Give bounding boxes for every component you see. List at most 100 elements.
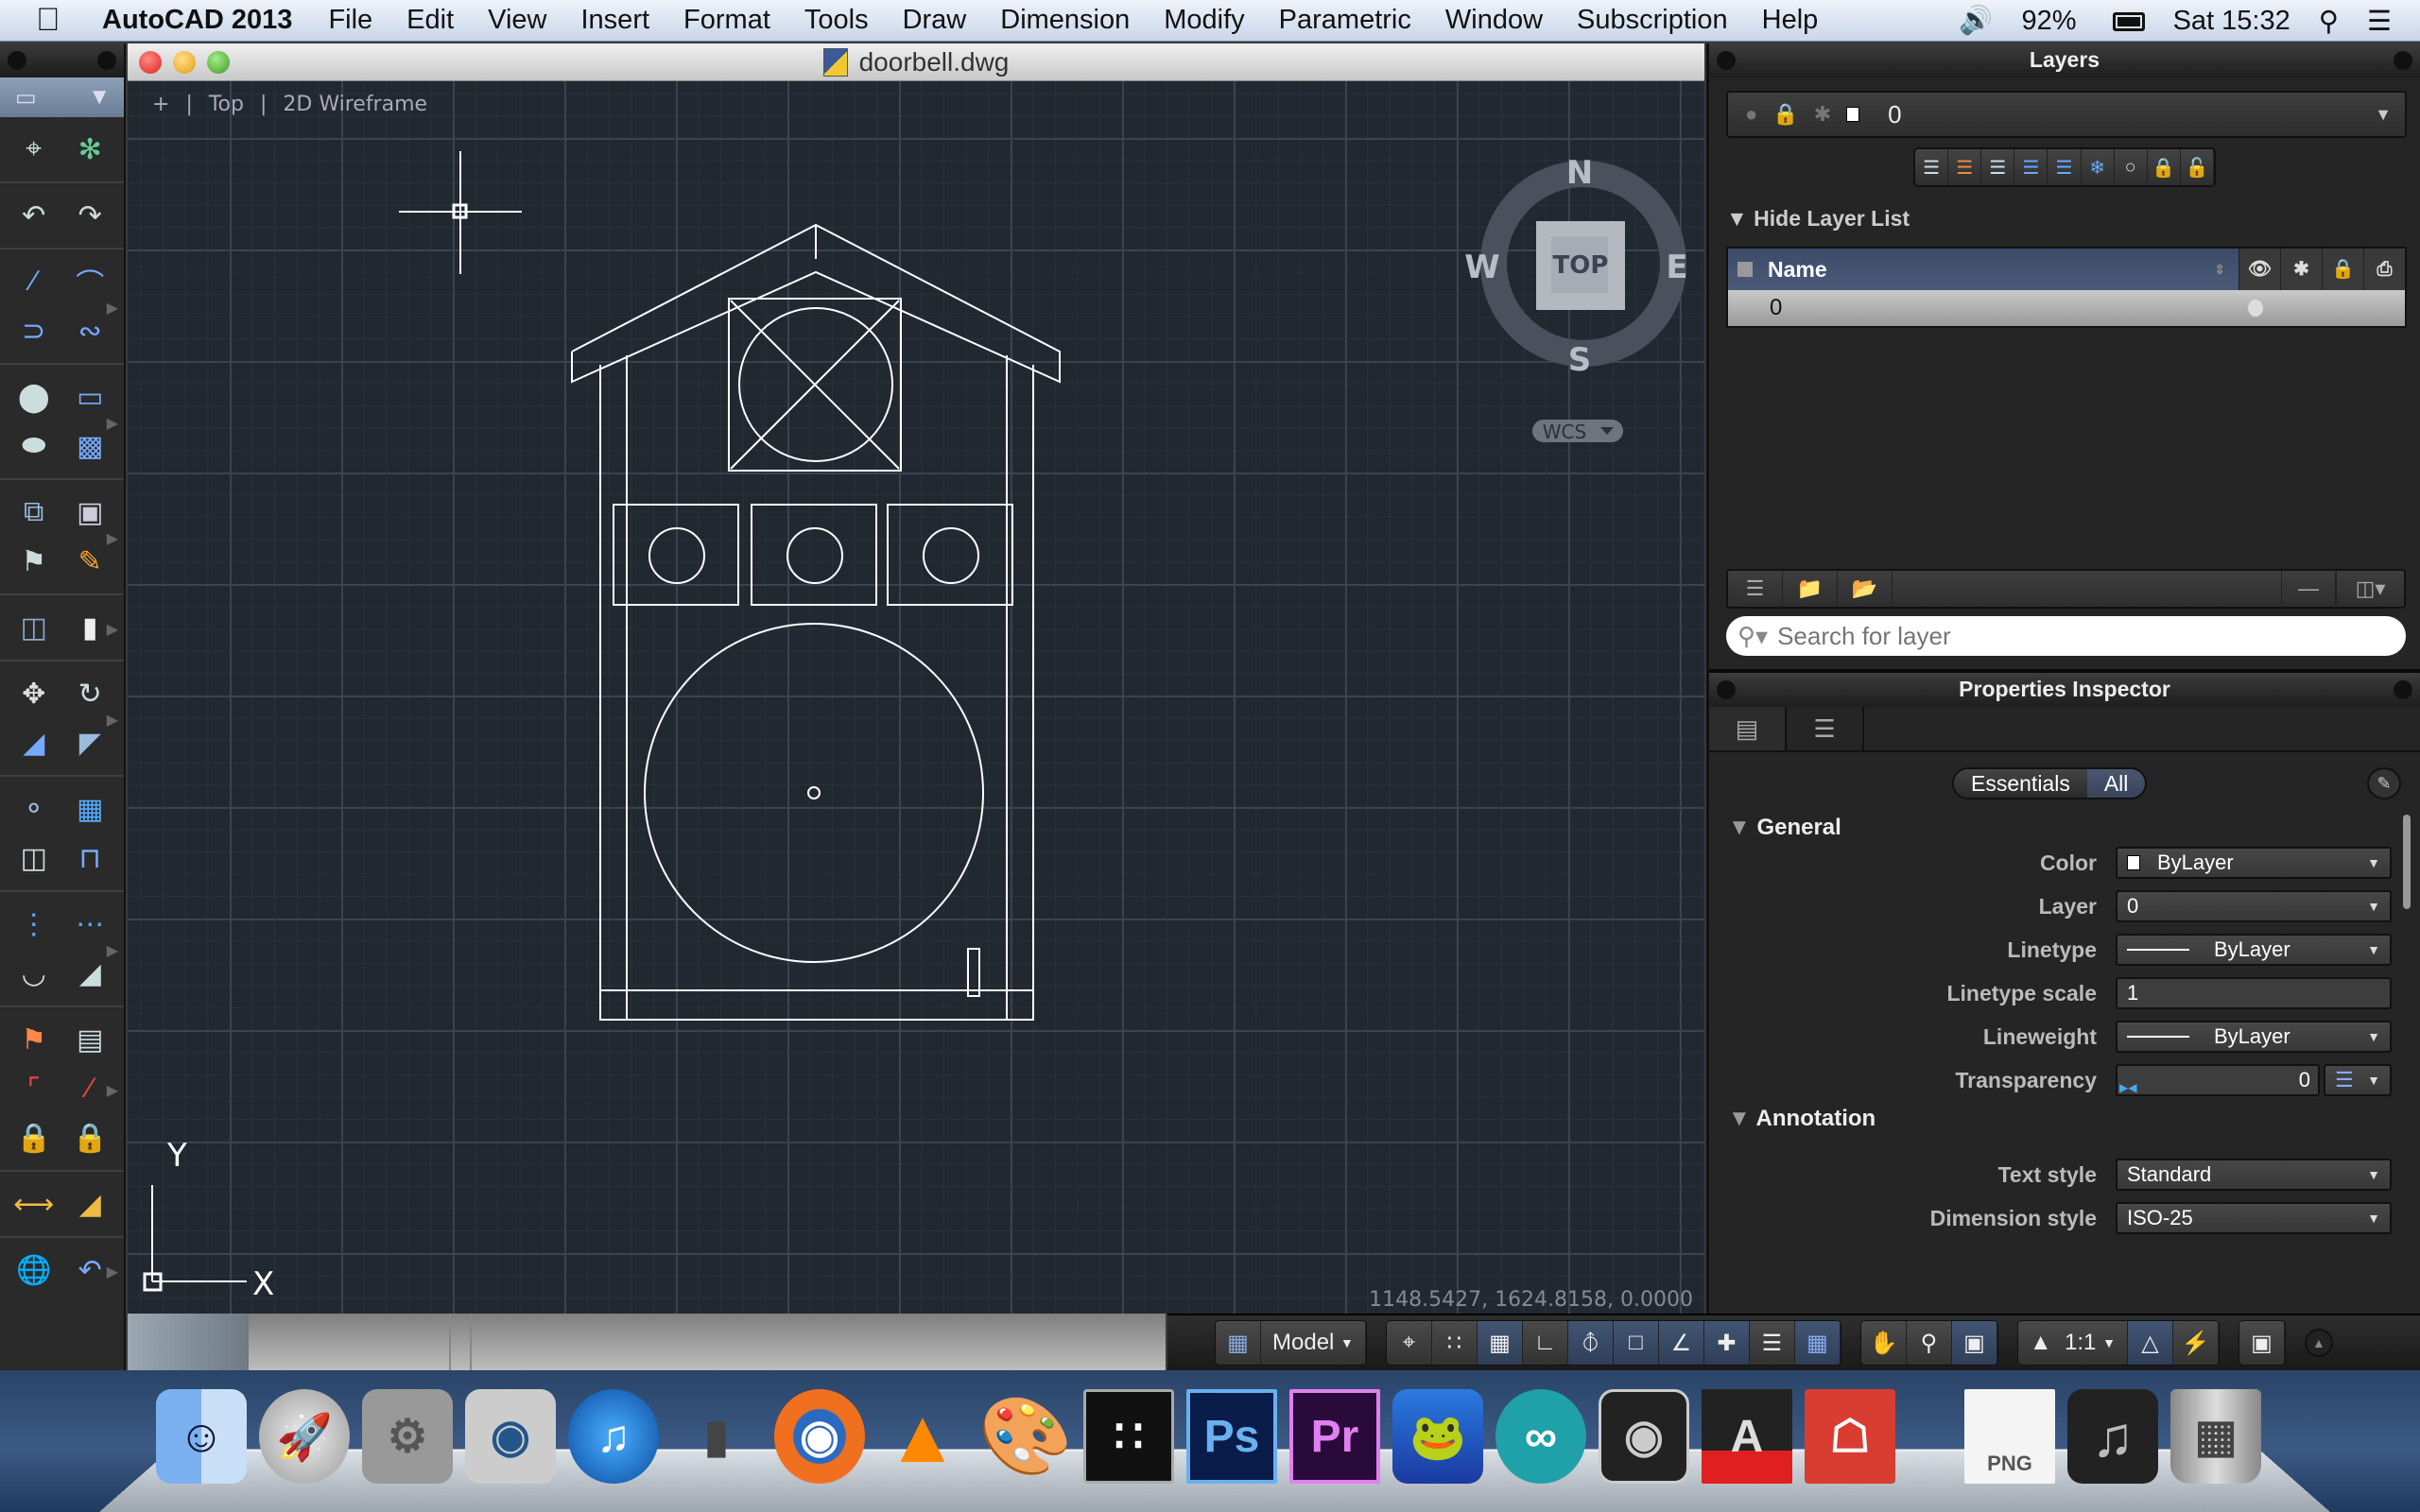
model-layout-select[interactable]: Model ▼	[1261, 1321, 1366, 1365]
crosshair-select-icon[interactable]: ⌖	[16, 131, 52, 167]
column-lock-icon[interactable]: 🔒	[2322, 249, 2363, 290]
coincident-icon[interactable]: ⌜	[16, 1071, 52, 1107]
layer-select[interactable]: 0 ▼	[2116, 890, 2392, 922]
trash-icon[interactable]: ▦	[2170, 1389, 2261, 1484]
attribute-edit-icon[interactable]: ✎	[72, 543, 108, 579]
clock[interactable]: Sat 15:32	[2173, 6, 2290, 37]
freeze-layer-icon[interactable]: ❄	[2081, 149, 2115, 185]
snap-mode-button[interactable]: ⌖	[1386, 1321, 1432, 1365]
notification-center-icon[interactable]: ☰	[2367, 5, 2392, 38]
column-freeze-icon[interactable]: ✱	[2280, 249, 2322, 290]
grid-snap-button[interactable]: ∷	[1431, 1321, 1478, 1365]
ortho-mode-button[interactable]: ∟	[1522, 1321, 1568, 1365]
menu-parametric[interactable]: Parametric	[1279, 5, 1411, 36]
segment-essentials[interactable]: Essentials	[1954, 769, 2087, 798]
palette-collapse-dot[interactable]	[97, 51, 116, 70]
transparency-bylayer-select[interactable]: ☰ ▼	[2324, 1064, 2392, 1096]
pan-button[interactable]: ✋	[1860, 1321, 1907, 1365]
copy-icon[interactable]: ⚬	[16, 791, 52, 827]
new-group-icon[interactable]: 📁	[1783, 570, 1838, 608]
menu-insert[interactable]: Insert	[581, 5, 650, 36]
angular-dimension-icon[interactable]: ◢	[72, 1186, 108, 1222]
toolset-selector[interactable]: ▭ ▼	[0, 77, 124, 117]
mirror-icon[interactable]: ◫	[16, 840, 52, 876]
spline-icon[interactable]: ∾	[72, 313, 108, 349]
current-layer-select[interactable]: ● 🔒 ✱ 0 ▼	[1726, 91, 2407, 138]
palette-header[interactable]	[0, 43, 124, 77]
annotation-scale-select[interactable]: ▲ 1:1 ▼	[2017, 1321, 2128, 1365]
move-icon[interactable]: ✥	[16, 676, 52, 712]
annotation-visibility-button[interactable]: △	[2127, 1321, 2173, 1365]
layer-row[interactable]: 0	[1728, 290, 2405, 326]
properties-palette-header[interactable]: Properties Inspector	[1709, 673, 2420, 707]
firefox-icon[interactable]: ◉	[774, 1389, 865, 1484]
facetime-icon[interactable]: ◉	[465, 1389, 556, 1484]
menu-edit[interactable]: Edit	[406, 5, 454, 36]
new-filter-group-icon[interactable]: 📂	[1838, 570, 1893, 608]
menu-file[interactable]: File	[328, 5, 372, 36]
rectangle-icon[interactable]: ▭	[72, 379, 108, 415]
hatch-icon[interactable]: ▩	[72, 428, 108, 464]
volume-icon[interactable]: 🔊	[1959, 5, 1993, 37]
layer-off-icon[interactable]: ○	[2114, 149, 2148, 185]
offset-icon[interactable]: ⊓	[72, 840, 108, 876]
palette-close-dot[interactable]	[1717, 51, 1736, 70]
window-title-bar[interactable]: doorbell.dwg	[128, 43, 1704, 81]
palette-collapse-dot[interactable]	[2394, 51, 2412, 70]
unisolate-layer-icon[interactable]: ☰	[2048, 149, 2082, 185]
tab-layer-properties[interactable]: ☰	[1787, 707, 1864, 750]
app-menu[interactable]: AutoCAD 2013	[102, 5, 292, 36]
grid-display-button[interactable]: ▦	[1477, 1321, 1523, 1365]
ps3-media-server-icon[interactable]: ▮	[671, 1389, 762, 1484]
finder-icon[interactable]: ☺	[156, 1389, 247, 1484]
columns-menu-icon[interactable]: ◫▾	[2336, 570, 2404, 608]
hide-layer-list-toggle[interactable]: ▼ Hide Layer List	[1726, 206, 2420, 232]
quick-view-layouts-button[interactable]: ▦	[1216, 1321, 1261, 1365]
logic-pro-icon[interactable]: ◉	[1599, 1389, 1689, 1484]
ucs-previous-icon[interactable]: ↶	[72, 1252, 108, 1288]
extrude-icon[interactable]: ◫	[16, 610, 52, 645]
zoom-tool-button[interactable]: ⚲	[1906, 1321, 1952, 1365]
paintbrush-icon[interactable]: 🎨	[978, 1389, 1073, 1484]
parallel-icon[interactable]: ∕	[72, 1071, 108, 1107]
set-current-layer-icon[interactable]: ☰	[1915, 149, 1949, 185]
lineweight-select[interactable]: ByLayer ▼	[2116, 1021, 2392, 1053]
dynamic-ucs-button[interactable]: ✚	[1703, 1321, 1750, 1365]
extend-icon[interactable]: ⋯	[72, 906, 108, 942]
delete-layer-icon[interactable]: —	[2281, 570, 2336, 608]
expand-arrow-icon[interactable]: ▶	[107, 1263, 118, 1281]
menu-format[interactable]: Format	[683, 5, 770, 36]
expand-arrow-icon[interactable]: ▶	[107, 941, 118, 960]
attribute-define-icon[interactable]: ⚑	[16, 543, 52, 579]
viewcube[interactable]: TOP N S W E WCS	[1442, 138, 1725, 459]
tab-object-properties[interactable]: ▤	[1709, 707, 1787, 750]
expand-arrow-icon[interactable]: ▶	[107, 299, 118, 318]
scrollbar-thumb[interactable]	[128, 1314, 249, 1370]
trim-icon[interactable]: ⋮	[16, 906, 52, 942]
apple-menu-icon[interactable]: 	[36, 2, 81, 39]
section-general[interactable]: ▼ General	[1728, 815, 1841, 841]
compass-north[interactable]: N	[1566, 154, 1593, 192]
layers-palette-header[interactable]: Layers	[1709, 43, 2420, 77]
lineweight-button[interactable]: ☰	[1749, 1321, 1795, 1365]
slider-thumb-icon[interactable]: ▶◀	[2119, 1081, 2136, 1094]
isolate-layer-icon[interactable]: ☰	[2014, 149, 2048, 185]
system-preferences-icon[interactable]: ⚙	[362, 1389, 453, 1484]
horizontal-scrollbar[interactable]	[128, 1314, 1166, 1370]
undo-icon[interactable]: ↶	[16, 198, 52, 233]
dimension-style-select[interactable]: ISO-25 ▼	[2116, 1202, 2392, 1234]
layer-visibility-toggle[interactable]	[2248, 300, 2263, 317]
section-annotation[interactable]: ▼ Annotation	[1728, 1106, 1876, 1132]
quick-select-pick-button[interactable]: ✎	[2367, 767, 2401, 799]
text-style-select[interactable]: Standard ▼	[2116, 1159, 2392, 1191]
compass-west[interactable]: W	[1464, 249, 1500, 286]
circle-icon[interactable]: ⬤	[16, 379, 52, 415]
segment-all[interactable]: All	[2086, 769, 2146, 798]
close-button[interactable]	[139, 51, 162, 74]
redo-icon[interactable]: ↷	[72, 198, 108, 233]
ellipse-icon[interactable]: ⬬	[16, 428, 52, 464]
match-layer-icon[interactable]: ☰	[1948, 149, 1982, 185]
stretch-icon[interactable]: ◤	[72, 725, 108, 761]
compass-south[interactable]: S	[1568, 341, 1592, 379]
sketchup-icon[interactable]: ☖	[1805, 1389, 1895, 1484]
